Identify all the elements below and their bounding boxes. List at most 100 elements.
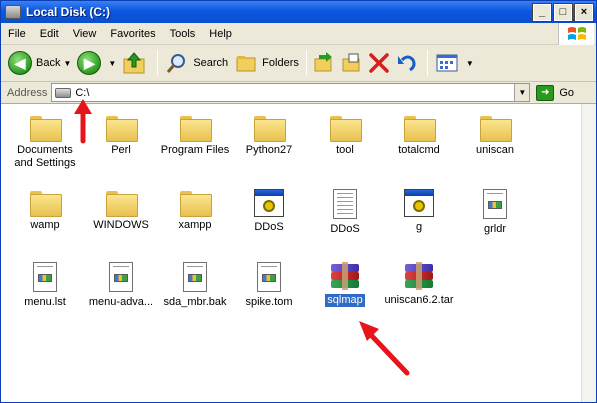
folders-label: Folders — [262, 57, 299, 69]
text-document-icon — [333, 189, 357, 219]
file-item-label: Python27 — [245, 144, 293, 156]
windows-logo-icon — [558, 23, 594, 45]
file-item-label: menu.lst — [24, 296, 66, 308]
file-item-label: g — [415, 221, 423, 233]
drive-icon — [5, 5, 21, 19]
file-item[interactable]: menu.lst — [7, 262, 83, 309]
chevron-down-icon[interactable]: ▼ — [63, 59, 71, 68]
annotation-arrow-address — [74, 99, 92, 144]
go-arrow-icon: ➜ — [536, 84, 555, 101]
menu-edit[interactable]: Edit — [33, 28, 66, 40]
folder-icon — [404, 114, 436, 142]
file-item[interactable]: WINDOWS — [83, 189, 159, 232]
file-item[interactable]: g — [381, 189, 457, 234]
drive-icon — [55, 87, 72, 98]
file-item[interactable]: uniscan6.2.tar — [381, 262, 457, 307]
back-label: Back — [36, 57, 61, 69]
forward-button[interactable]: ▶ ▼ — [74, 48, 119, 78]
search-label: Search — [193, 57, 229, 69]
file-item-label: sda_mbr.bak — [163, 296, 227, 308]
address-box[interactable]: ▼ — [51, 83, 531, 102]
file-item-label: uniscan6.2.tar — [384, 294, 454, 306]
file-item-label: sqlmap — [325, 294, 365, 307]
file-item[interactable]: sda_mbr.bak — [157, 262, 233, 309]
menu-view[interactable]: View — [66, 28, 104, 40]
file-item-label: uniscan — [476, 144, 514, 156]
folder-icon — [254, 114, 286, 142]
chevron-down-icon[interactable]: ▼ — [108, 59, 116, 68]
minimize-button[interactable]: _ — [532, 2, 552, 22]
folder-icon — [180, 114, 212, 142]
explorer-window: Local Disk (C:) _ □ × File Edit View Fav… — [0, 0, 597, 403]
views-button[interactable]: ▼ — [432, 48, 477, 78]
file-item-label: totalcmd — [398, 144, 440, 156]
folder-icon — [30, 189, 62, 217]
file-item[interactable]: DDoS — [307, 189, 383, 236]
chevron-down-icon[interactable]: ▼ — [466, 59, 474, 68]
menu-file[interactable]: File — [1, 28, 33, 40]
up-folder-button[interactable] — [119, 48, 153, 78]
file-item-label: DDoS — [254, 221, 284, 233]
go-label: Go — [559, 86, 575, 99]
move-to-icon[interactable] — [311, 51, 335, 75]
folder-icon — [106, 189, 138, 217]
file-item-label: Program Files — [160, 144, 230, 156]
file-item[interactable]: menu-adva... — [83, 262, 159, 309]
undo-icon[interactable] — [395, 51, 419, 75]
title-bar[interactable]: Local Disk (C:) _ □ × — [1, 1, 596, 23]
menu-tools[interactable]: Tools — [163, 28, 203, 40]
folders-button[interactable]: Folders — [231, 48, 302, 78]
file-item[interactable]: grldr — [457, 189, 533, 236]
search-icon — [165, 51, 189, 75]
delete-icon[interactable] — [367, 51, 391, 75]
file-item[interactable]: Python27 — [231, 114, 307, 157]
address-label: Address — [7, 86, 48, 99]
toolbar-divider — [426, 50, 428, 76]
file-item-label: spike.tom — [245, 296, 293, 308]
address-input[interactable] — [75, 86, 496, 99]
file-item[interactable]: xampp — [157, 189, 233, 232]
up-folder-icon — [122, 51, 146, 75]
copy-to-icon[interactable] — [339, 51, 363, 75]
file-item-label: Perl — [111, 144, 131, 156]
forward-arrow-icon: ▶ — [77, 51, 102, 75]
go-button[interactable]: ➜ Go — [536, 84, 575, 101]
maximize-button[interactable]: □ — [553, 2, 573, 22]
folder-icon — [180, 189, 212, 217]
file-icon — [109, 262, 133, 292]
file-item[interactable]: spike.tom — [231, 262, 307, 309]
file-icon — [33, 262, 57, 292]
file-item[interactable]: Program Files — [157, 114, 233, 157]
file-item-label: Documents and Settings — [14, 144, 76, 169]
folder-icon — [480, 114, 512, 142]
window-title: Local Disk (C:) — [26, 5, 111, 19]
back-arrow-icon: ◀ — [8, 51, 32, 75]
menu-help[interactable]: Help — [202, 28, 239, 40]
executable-icon — [404, 189, 434, 217]
toolbar: ◀ Back ▼ ▶ ▼ Search Folders ▼ — [1, 45, 596, 82]
vertical-scrollbar[interactable] — [581, 104, 596, 402]
file-item[interactable]: wamp — [7, 189, 83, 232]
file-icon — [257, 262, 281, 292]
folders-icon — [234, 51, 258, 75]
file-item-label: wamp — [30, 219, 60, 231]
folder-icon — [330, 114, 362, 142]
file-item-label: grldr — [483, 223, 506, 235]
search-button[interactable]: Search — [162, 48, 231, 78]
file-item-label: tool — [336, 144, 354, 156]
close-button[interactable]: × — [574, 2, 594, 22]
file-item-label: xampp — [178, 219, 212, 231]
file-item[interactable]: uniscan — [457, 114, 533, 157]
executable-icon — [254, 189, 284, 217]
folder-icon — [106, 114, 138, 142]
address-dropdown-button[interactable]: ▼ — [514, 84, 530, 101]
menu-favorites[interactable]: Favorites — [103, 28, 162, 40]
file-icon — [183, 262, 207, 292]
toolbar-divider — [157, 50, 159, 76]
file-item[interactable]: DDoS — [231, 189, 307, 234]
file-item[interactable]: totalcmd — [381, 114, 457, 157]
file-item[interactable]: tool — [307, 114, 383, 157]
views-icon — [435, 51, 459, 75]
file-item[interactable]: sqlmap — [307, 262, 383, 307]
back-button[interactable]: ◀ Back ▼ — [5, 48, 74, 78]
